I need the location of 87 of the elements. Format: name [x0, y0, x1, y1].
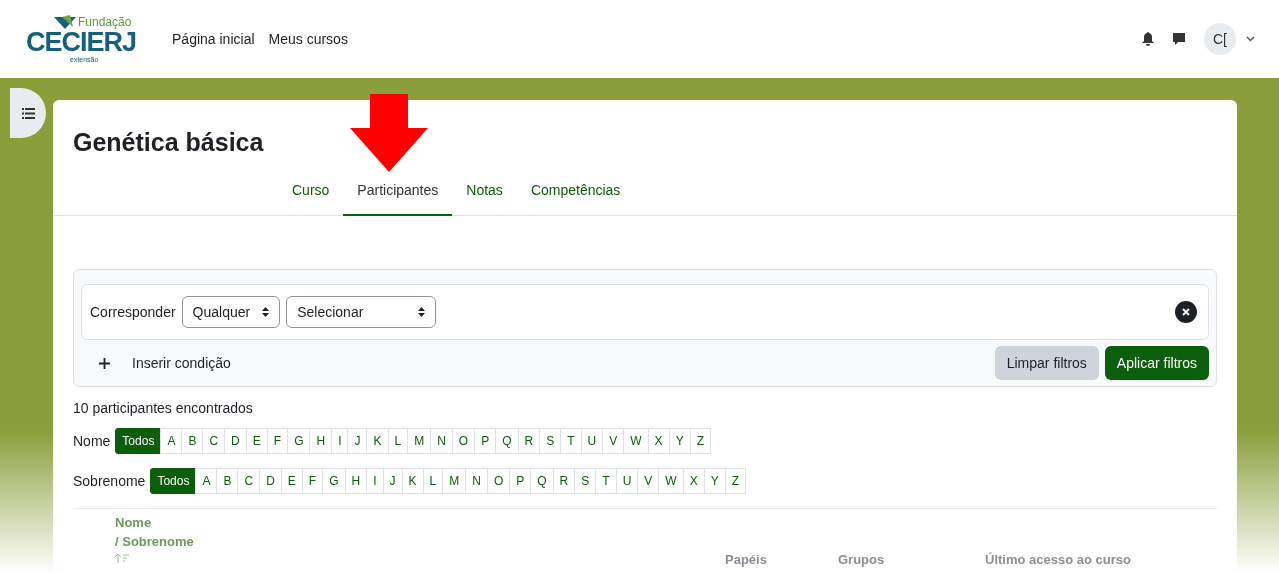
notification-bell-icon[interactable]: [1142, 32, 1154, 46]
initial-filter-link[interactable]: Z: [724, 468, 746, 494]
initial-filter-link[interactable]: Q: [530, 468, 554, 494]
initial-filter-link[interactable]: T: [595, 468, 617, 494]
initial-filter-link[interactable]: X: [647, 428, 670, 454]
initial-filter-link[interactable]: G: [287, 428, 311, 454]
chevron-down-icon[interactable]: [1246, 36, 1255, 42]
initial-filter-link[interactable]: F: [301, 468, 324, 494]
initial-filter-link[interactable]: P: [509, 468, 532, 494]
initial-filter-link[interactable]: R: [517, 428, 541, 454]
initial-filter-link[interactable]: U: [580, 428, 604, 454]
initial-filter-link[interactable]: X: [682, 468, 705, 494]
initial-filter-link[interactable]: A: [195, 468, 218, 494]
initial-filter-link[interactable]: O: [451, 428, 476, 454]
initial-filter-link[interactable]: J: [382, 468, 403, 494]
course-title: Genética básica: [73, 128, 264, 157]
match-label: Corresponder: [90, 304, 176, 320]
initial-filter-link[interactable]: R: [552, 468, 576, 494]
initial-filter-link[interactable]: H: [344, 468, 368, 494]
initial-filter-link[interactable]: N: [465, 468, 488, 494]
initial-filter-link[interactable]: G: [322, 468, 346, 494]
nav-link[interactable]: Meus cursos: [268, 31, 348, 47]
initial-filter-link[interactable]: V: [602, 428, 625, 454]
condition-select[interactable]: Selecionar: [286, 296, 437, 328]
sort-arrows-icon: [418, 307, 426, 317]
column-header: Último acesso ao curso: [985, 551, 1131, 567]
initial-filter-link[interactable]: Z: [689, 428, 711, 454]
initial-filter-link[interactable]: L: [422, 468, 444, 494]
initial-filter-link[interactable]: Todos: [115, 428, 162, 454]
initial-filter-link[interactable]: E: [245, 428, 268, 454]
initial-filter-link[interactable]: C: [202, 428, 226, 454]
initial-filter-link[interactable]: Todos: [150, 468, 197, 494]
match-select[interactable]: Qualquer: [181, 296, 281, 328]
add-condition-button[interactable]: Inserir condição: [81, 347, 249, 379]
initials-label: Sobrenome: [73, 473, 146, 489]
user-avatar[interactable]: C[: [1204, 23, 1236, 55]
initial-filter-link[interactable]: Y: [703, 468, 726, 494]
initial-filter-link[interactable]: Q: [495, 428, 519, 454]
initial-filter-link[interactable]: P: [474, 428, 497, 454]
initials-label: Nome: [73, 433, 111, 449]
initial-filter-link[interactable]: V: [637, 468, 660, 494]
remove-row-button[interactable]: [1175, 301, 1197, 323]
list-icon: [21, 107, 35, 119]
logo-triangle-icon: [54, 15, 76, 29]
initial-filter-link[interactable]: F: [266, 428, 289, 454]
initial-filter-link[interactable]: B: [181, 428, 204, 454]
result-count: 10 participantes encontrados: [73, 400, 254, 416]
initial-filter-link[interactable]: K: [401, 468, 424, 494]
initial-filter-link[interactable]: S: [574, 468, 597, 494]
course-tab[interactable]: Curso: [278, 175, 344, 216]
initial-filter-link[interactable]: N: [430, 428, 453, 454]
initial-filter-link[interactable]: D: [259, 468, 282, 494]
initial-filter-link[interactable]: I: [331, 428, 349, 454]
initial-filter-link[interactable]: J: [347, 428, 368, 454]
initial-filter-link[interactable]: D: [224, 428, 247, 454]
initial-filter-link[interactable]: K: [366, 428, 389, 454]
initial-filter-link[interactable]: C: [237, 468, 261, 494]
initial-filter-link[interactable]: T: [560, 428, 582, 454]
chat-bubble-icon[interactable]: [1172, 32, 1186, 46]
course-tab[interactable]: Participantes: [343, 175, 453, 216]
close-icon: [1182, 308, 1190, 316]
initial-filter-link[interactable]: H: [309, 428, 333, 454]
initial-filter-link[interactable]: Y: [668, 428, 691, 454]
initial-filter-link[interactable]: B: [216, 468, 239, 494]
initial-filter-link[interactable]: L: [387, 428, 409, 454]
column-header: Papéis: [725, 551, 768, 567]
drawer-toggle-button[interactable]: [10, 88, 46, 138]
initial-filter-link[interactable]: I: [366, 468, 384, 494]
initial-filter-link[interactable]: A: [160, 428, 183, 454]
initial-filter-link[interactable]: E: [280, 468, 303, 494]
nav-link[interactable]: Página inicial: [172, 31, 255, 47]
sort-arrows-icon: [262, 307, 270, 317]
logo-text: CECIERJ: [26, 29, 137, 56]
initial-filter-link[interactable]: M: [407, 428, 432, 454]
course-tab[interactable]: Notas: [452, 175, 517, 216]
initial-filter-link[interactable]: W: [623, 428, 649, 454]
plus-icon: [99, 357, 110, 369]
apply-filters-button[interactable]: Aplicar filtros: [1104, 346, 1209, 380]
initial-filter-link[interactable]: S: [539, 428, 562, 454]
initial-filter-link[interactable]: O: [486, 468, 511, 494]
course-tab[interactable]: Competências: [516, 175, 635, 216]
initial-filter-link[interactable]: W: [658, 468, 684, 494]
initial-filter-link[interactable]: U: [615, 468, 639, 494]
column-header: Grupos: [838, 551, 886, 567]
logo-subtitle: Fundação: [78, 16, 132, 28]
clear-filters-button[interactable]: Limpar filtros: [994, 346, 1099, 380]
initial-filter-link[interactable]: M: [442, 468, 467, 494]
